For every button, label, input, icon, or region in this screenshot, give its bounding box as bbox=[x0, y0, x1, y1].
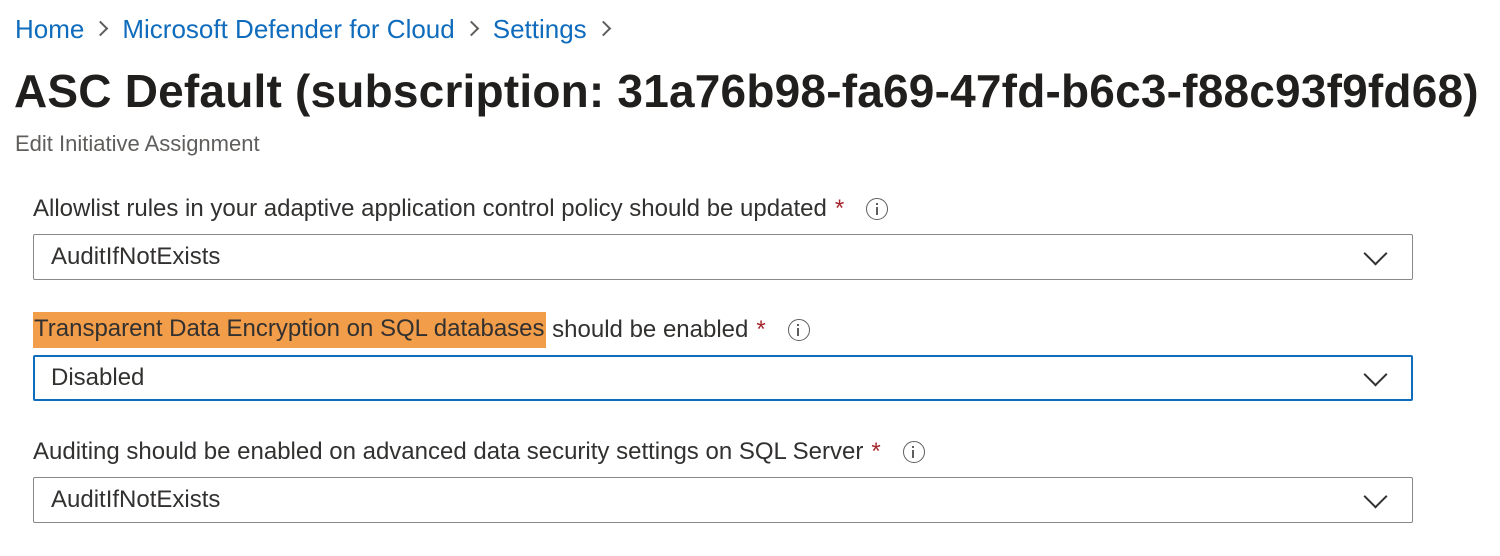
chevron-right-icon bbox=[455, 10, 493, 48]
required-marker: * bbox=[834, 195, 845, 222]
field-label-text: Allowlist rules in your adaptive applica… bbox=[33, 195, 827, 222]
breadcrumb-home-link[interactable]: Home bbox=[15, 14, 84, 45]
chevron-down-icon bbox=[1363, 362, 1388, 387]
breadcrumb-settings-link[interactable]: Settings bbox=[493, 14, 587, 45]
field-label-text: should be enabled bbox=[545, 316, 749, 343]
auditing-sql-server-dropdown[interactable]: AuditIfNotExists bbox=[33, 477, 1413, 523]
dropdown-selected-value: AuditIfNotExists bbox=[51, 486, 221, 513]
dropdown-selected-value: AuditIfNotExists bbox=[51, 243, 221, 270]
breadcrumb: Home Microsoft Defender for Cloud Settin… bbox=[15, 10, 625, 48]
info-icon[interactable] bbox=[866, 198, 889, 220]
required-marker: * bbox=[756, 316, 766, 343]
chevron-right-icon bbox=[587, 10, 625, 48]
chevron-down-icon bbox=[1363, 484, 1388, 509]
required-marker: * bbox=[871, 438, 881, 465]
allowlist-rules-label: Allowlist rules in your adaptive applica… bbox=[33, 192, 889, 226]
chevron-down-icon bbox=[1363, 241, 1388, 266]
transparent-data-encryption-dropdown[interactable]: Disabled bbox=[33, 355, 1413, 401]
highlighted-label-text: Transparent Data Encryption on SQL datab… bbox=[33, 312, 546, 348]
field-label-text: Auditing should be enabled on advanced d… bbox=[33, 438, 864, 465]
auditing-sql-server-label: Auditing should be enabled on advanced d… bbox=[33, 435, 925, 469]
dropdown-selected-value: Disabled bbox=[51, 364, 145, 391]
chevron-right-icon bbox=[84, 10, 122, 48]
transparent-data-encryption-label: Transparent Data Encryption on SQL datab… bbox=[33, 312, 810, 348]
breadcrumb-defender-link[interactable]: Microsoft Defender for Cloud bbox=[122, 14, 454, 45]
info-icon[interactable] bbox=[902, 441, 925, 463]
page-subtitle: Edit Initiative Assignment bbox=[15, 131, 260, 156]
allowlist-rules-dropdown[interactable]: AuditIfNotExists bbox=[33, 234, 1413, 280]
info-icon[interactable] bbox=[787, 319, 810, 341]
page-title: ASC Default (subscription: 31a76b98-fa69… bbox=[14, 65, 1479, 117]
